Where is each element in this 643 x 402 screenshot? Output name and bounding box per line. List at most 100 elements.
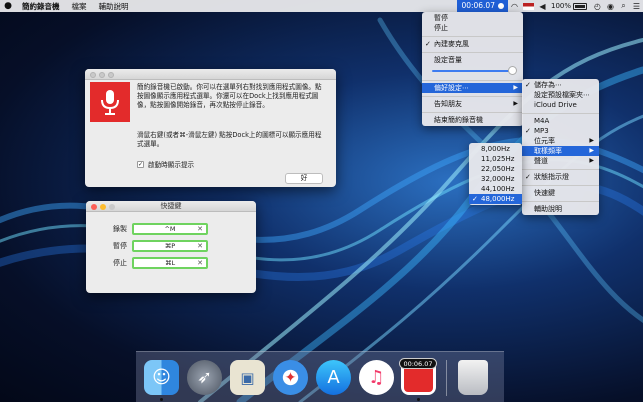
stop-shortcut-field[interactable]: ⌘L ✕ [132, 257, 208, 269]
shortcut-row-stop: 停止 ⌘L ✕ [86, 257, 208, 269]
menu-item-label: 位元率 [534, 137, 555, 145]
running-indicator [417, 398, 420, 401]
shortcut-row-pause: 暫停 ⌘P ✕ [86, 240, 208, 252]
spotlight-search-icon[interactable]: ⌕ [617, 1, 630, 11]
clear-shortcut-icon[interactable]: ✕ [197, 242, 203, 250]
menu-item-rate-8000[interactable]: 8,000Hz [469, 144, 522, 154]
menu-item-rate-32000[interactable]: 32,000Hz [469, 174, 522, 184]
sample-rate-submenu: 8,000Hz 11,025Hz 22,050Hz 32,000Hz 44,10… [469, 143, 522, 205]
shortcut-row-record: 錄製 ^M ✕ [86, 223, 208, 235]
trash-icon[interactable] [458, 360, 488, 395]
menu-file[interactable]: 檔案 [66, 1, 93, 12]
menu-item-channels[interactable]: 聲道 ▶ [522, 156, 599, 166]
menu-item-sample-rate[interactable]: 取樣頻率 ▶ [522, 146, 599, 156]
close-button[interactable] [90, 71, 96, 78]
menu-item-rate-44100[interactable]: 44,100Hz [469, 184, 522, 194]
submenu-arrow-icon: ▶ [589, 147, 594, 154]
volume-slider-knob[interactable] [508, 66, 517, 75]
menu-help[interactable]: 輔助說明 [93, 1, 135, 12]
menu-item-default-folder[interactable]: 設定預設檔案夾⋯ [522, 90, 599, 100]
menu-item-label: 48,000Hz [481, 195, 515, 203]
ok-button[interactable]: 好 [285, 173, 323, 184]
app-store-icon[interactable]: A [316, 360, 351, 395]
input-source-flag-icon[interactable] [522, 2, 534, 10]
safari-icon[interactable]: ✦ [273, 360, 308, 395]
show-at-launch-checkbox-row[interactable]: ✓ 啟動時顯示提示 [137, 159, 194, 169]
status-timer-text: 00:06.07 [461, 1, 495, 10]
user-icon[interactable]: ◉ [604, 2, 617, 11]
menu-separator [422, 51, 523, 53]
checkmark-icon: ✓ [525, 81, 531, 89]
zoom-button[interactable] [108, 71, 114, 78]
menu-separator [422, 95, 523, 97]
record-shortcut-field[interactable]: ^M ✕ [132, 223, 208, 235]
menu-item-rate-48000[interactable]: ✓ 48,000Hz [469, 194, 522, 204]
menu-separator [522, 200, 599, 202]
menu-item-rate-22050[interactable]: 22,050Hz [469, 164, 522, 174]
shortcuts-window-titlebar: 快捷鍵 [86, 201, 256, 212]
minimize-button[interactable] [99, 71, 105, 78]
checkmark-icon: ✓ [525, 173, 531, 181]
menu-item-bitrate[interactable]: 位元率 ▶ [522, 136, 599, 146]
menu-item-m4a[interactable]: M4A [522, 116, 599, 126]
battery-icon[interactable] [573, 2, 587, 10]
menu-item-save-as[interactable]: ✓ 儲存為⋯ [522, 80, 599, 90]
clear-shortcut-icon[interactable]: ✕ [197, 225, 203, 233]
dock-tip-text: 滑鼠右鍵(或者⌘-滑鼠左鍵) 點按Dock上的圖標可以顯示應用程式選單。 [137, 131, 322, 148]
submenu-arrow-icon: ▶ [513, 84, 518, 91]
itunes-icon[interactable]: ♫ [359, 360, 394, 395]
preview-icon[interactable]: ▣ [230, 360, 265, 395]
menu-separator [522, 168, 599, 170]
finder-icon[interactable]: ☺ [144, 360, 179, 395]
shortcut-label: 停止 [113, 259, 127, 267]
menu-item-stop[interactable]: 停止 [422, 23, 523, 33]
apple-menu-icon[interactable]: ● [0, 1, 16, 11]
menu-item-pause[interactable]: 暫停 [422, 13, 523, 23]
menu-item-mp3[interactable]: ✓ MP3 [522, 126, 599, 136]
menu-item-preferences[interactable]: 偏好設定⋯ ▶ [422, 83, 523, 93]
launch-info-text: 簡約錄音機已啟動。你可以在選單列右對找到應用程式圖像。點按圖像顯示應用程式選單。… [137, 83, 322, 109]
show-at-launch-checkbox[interactable]: ✓ [137, 160, 144, 168]
status-timer-item[interactable]: 00:06.07 [457, 0, 508, 12]
menu-separator [422, 79, 523, 81]
launchpad-icon[interactable]: ➶ [187, 360, 222, 395]
minimize-button[interactable] [100, 203, 106, 210]
volume-slider[interactable] [422, 65, 523, 77]
menu-item-help[interactable]: 輔助說明 [522, 204, 599, 214]
wifi-icon[interactable]: ◠ [508, 2, 521, 11]
close-button[interactable] [91, 203, 97, 210]
menu-separator [522, 112, 599, 114]
clear-shortcut-icon[interactable]: ✕ [197, 259, 203, 267]
menu-item-icloud-drive[interactable]: iCloud Drive [522, 100, 599, 110]
menu-bar: ● 簡約錄音機 檔案 輔助說明 00:06.07 ◠ ◀ 100% ◴ ◉ ⌕ … [0, 0, 643, 12]
menu-item-tell-friends[interactable]: 告知朋友 ▶ [422, 99, 523, 109]
time-machine-icon[interactable]: ◴ [591, 2, 604, 11]
menu-item-label: 狀態指示燈 [534, 173, 569, 181]
checkmark-icon: ✓ [425, 40, 431, 48]
menu-item-label: 儲存為⋯ [534, 81, 562, 89]
shortcuts-window: 快捷鍵 錄製 ^M ✕ 暫停 ⌘P ✕ 停止 ⌘L ✕ [86, 201, 256, 293]
running-indicator [160, 398, 163, 401]
menu-separator [422, 111, 523, 113]
menu-item-set-volume: 設定音量 [434, 56, 462, 64]
menu-item-status-light[interactable]: ✓ 狀態指示燈 [522, 172, 599, 182]
menu-item-shortcuts[interactable]: 快速鍵 [522, 188, 599, 198]
launch-info-window: 簡約錄音機已啟動。你可以在選單列右對找到應用程式圖像。點按圖像顯示應用程式選單。… [85, 69, 336, 187]
record-status-icon [497, 3, 504, 9]
notification-center-icon[interactable]: ☰ [630, 2, 643, 11]
menu-item-label: 偏好設定⋯ [434, 84, 469, 92]
status-area: 00:06.07 ◠ ◀ 100% ◴ ◉ ⌕ ☰ [457, 0, 643, 12]
pause-shortcut-field[interactable]: ⌘P ✕ [132, 240, 208, 252]
shortcut-value: ⌘L [164, 259, 176, 267]
menu-item-label: 取樣頻率 [534, 147, 562, 155]
shortcut-value: ^M [164, 225, 176, 233]
zoom-button[interactable] [109, 203, 115, 210]
menu-item-rate-11025[interactable]: 11,025Hz [469, 154, 522, 164]
show-at-launch-label: 啟動時顯示提示 [148, 161, 195, 169]
menu-app-name[interactable]: 簡約錄音機 [16, 1, 66, 12]
volume-icon[interactable]: ◀ [536, 2, 549, 11]
menu-item-builtin-mic[interactable]: ✓ 內建麥克風 [422, 39, 523, 49]
preferences-submenu: ✓ 儲存為⋯ 設定預設檔案夾⋯ iCloud Drive M4A ✓ MP3 位元率… [522, 79, 599, 215]
menu-item-quit[interactable]: 結束簡約錄音機 [422, 115, 523, 125]
shortcut-label: 錄製 [113, 225, 127, 233]
